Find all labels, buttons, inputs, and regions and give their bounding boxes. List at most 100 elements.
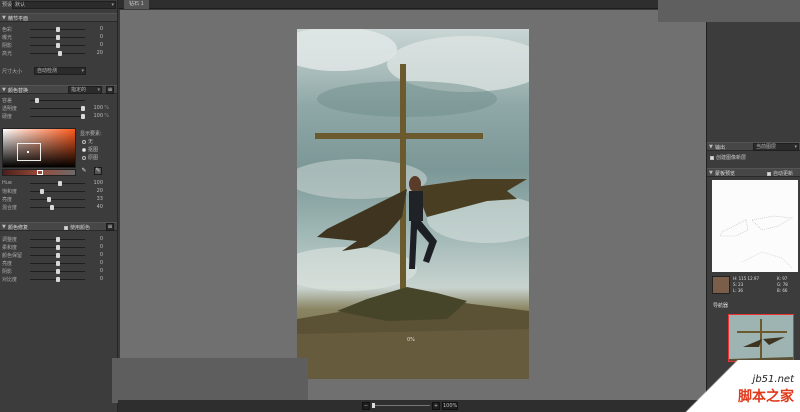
slider-row: 色彩 0 bbox=[0, 26, 117, 33]
slider-value[interactable]: 0 bbox=[83, 42, 103, 48]
eyedropper-icon[interactable]: ✎ bbox=[80, 168, 88, 176]
slider-value[interactable]: 0 bbox=[83, 252, 103, 258]
settings-icon[interactable]: ≡ bbox=[106, 223, 114, 231]
zoom-in-button[interactable]: + bbox=[432, 402, 440, 410]
use-color-checkbox[interactable]: 使用颜色 bbox=[64, 224, 90, 231]
slider-track[interactable] bbox=[30, 269, 85, 274]
slider-value[interactable]: 0 bbox=[83, 268, 103, 274]
radio-none-label: 无 bbox=[88, 139, 94, 145]
radio-none[interactable]: 无 bbox=[82, 138, 93, 145]
display-label: 显示要素: bbox=[80, 131, 102, 137]
slider-row: 饱和度 20 bbox=[0, 188, 117, 195]
slider-value[interactable]: 40 bbox=[83, 204, 103, 210]
slider-track[interactable] bbox=[30, 237, 85, 242]
slider-value[interactable]: 100 bbox=[83, 180, 103, 186]
slider-row: 亮度 0 bbox=[0, 260, 117, 267]
slider-value[interactable]: 0 bbox=[83, 260, 103, 266]
radio-original[interactable]: 原图 bbox=[82, 154, 98, 161]
info-k: K: 97 bbox=[777, 276, 788, 281]
eyedropper-plus-icon[interactable]: ✎ bbox=[94, 167, 102, 175]
slider-value[interactable]: 33 bbox=[83, 196, 103, 202]
create-layer-checkbox[interactable]: 创建图像新层 bbox=[710, 154, 746, 161]
slider-value[interactable]: 0 bbox=[83, 276, 103, 282]
document-tab[interactable]: 钻石 1 bbox=[124, 0, 149, 9]
color-picker-field[interactable] bbox=[2, 128, 76, 168]
slider-track[interactable] bbox=[30, 114, 85, 119]
slider-value[interactable]: 0 bbox=[83, 34, 103, 40]
navigator-thumbnail[interactable] bbox=[728, 314, 794, 362]
slider-row: 透明度 100% bbox=[0, 105, 117, 112]
slider-row: 调整度 0 bbox=[0, 236, 117, 243]
photo-preview[interactable]: 0% bbox=[297, 29, 529, 379]
slider-row: 颜色保留 0 bbox=[0, 252, 117, 259]
slider-knob[interactable] bbox=[50, 205, 55, 210]
radio-cutout[interactable]: 抠图 bbox=[82, 146, 98, 153]
slider-knob[interactable] bbox=[55, 277, 60, 282]
slider-knob[interactable] bbox=[55, 27, 60, 32]
slider-track[interactable] bbox=[30, 35, 85, 40]
slider-track[interactable] bbox=[30, 51, 85, 56]
slider-track[interactable] bbox=[30, 181, 85, 186]
slider-track[interactable] bbox=[30, 205, 85, 210]
mask-preview-image bbox=[712, 180, 798, 272]
slider-knob[interactable] bbox=[55, 261, 60, 266]
hue-strip[interactable] bbox=[2, 169, 76, 176]
slider-track[interactable] bbox=[30, 27, 85, 32]
slider-track[interactable] bbox=[30, 98, 85, 103]
zoom-out-button[interactable]: − bbox=[362, 402, 370, 410]
slider-knob[interactable] bbox=[58, 181, 63, 186]
checkbox-box bbox=[767, 172, 771, 176]
slider-track[interactable] bbox=[30, 189, 85, 194]
auto-update-checkbox[interactable]: 自动更新 bbox=[767, 170, 793, 177]
slider-value[interactable]: 100 bbox=[83, 113, 103, 119]
slider-knob[interactable] bbox=[55, 43, 60, 48]
color-mode-value: 指定的 bbox=[71, 87, 87, 93]
slider-knob[interactable] bbox=[55, 237, 60, 242]
slider-knob[interactable] bbox=[55, 269, 60, 274]
slider-value[interactable]: 100 bbox=[83, 105, 103, 111]
slider-value[interactable]: 0 bbox=[83, 236, 103, 242]
slider-track[interactable] bbox=[30, 277, 85, 282]
progress-label: 0% bbox=[407, 337, 415, 343]
slider-label: Hue bbox=[2, 180, 13, 186]
slider-value[interactable]: 20 bbox=[83, 188, 103, 194]
slider-label: 透明度 bbox=[2, 106, 18, 112]
slider-track[interactable] bbox=[30, 106, 85, 111]
size-select[interactable]: 自动检测 ▾ bbox=[34, 67, 86, 75]
color-picker-selection bbox=[17, 143, 41, 161]
slider-track[interactable] bbox=[30, 245, 85, 250]
edge-repair-header[interactable]: ▼ 颜色修复 bbox=[0, 222, 117, 231]
slider-knob[interactable] bbox=[55, 245, 60, 250]
chevron-down-icon: ▾ bbox=[81, 68, 84, 74]
slider-value[interactable]: 0 bbox=[83, 26, 103, 32]
slider-label: 硬度 bbox=[2, 114, 13, 120]
slider-knob[interactable] bbox=[55, 35, 60, 40]
slider-knob[interactable] bbox=[46, 197, 51, 202]
zoom-slider[interactable] bbox=[372, 403, 430, 408]
radio-circle bbox=[82, 148, 86, 152]
size-value: 自动检测 bbox=[37, 68, 58, 74]
preset-select[interactable]: 默认 ▾ bbox=[12, 1, 116, 9]
settings-icon[interactable]: ≡ bbox=[106, 86, 114, 94]
slider-track[interactable] bbox=[30, 43, 85, 48]
slider-row: 容差 bbox=[0, 97, 117, 104]
slider-label: 阴影 bbox=[2, 43, 13, 49]
slider-knob[interactable] bbox=[35, 98, 40, 103]
slider-track[interactable] bbox=[30, 253, 85, 258]
slider-row: 柔和度 0 bbox=[0, 244, 117, 251]
output-select[interactable]: 当前图层 ▾ bbox=[753, 143, 799, 151]
slider-knob[interactable] bbox=[58, 51, 63, 56]
slider-track[interactable] bbox=[30, 197, 85, 202]
slider-knob[interactable] bbox=[40, 189, 45, 194]
info-s: S: 23 bbox=[733, 282, 744, 287]
slider-value[interactable]: 0 bbox=[83, 244, 103, 250]
chevron-down-icon: ▾ bbox=[97, 87, 100, 93]
slider-track[interactable] bbox=[30, 261, 85, 266]
fine-tune-title: 精节平面 bbox=[8, 16, 29, 22]
zoom-value[interactable]: 100% bbox=[442, 402, 458, 410]
slider-knob[interactable] bbox=[55, 253, 60, 258]
slider-value[interactable]: 20 bbox=[83, 50, 103, 56]
mask-preview-title: 蒙板预览 bbox=[715, 171, 736, 177]
fine-tune-header[interactable]: ▼ 精节平面 bbox=[0, 13, 117, 22]
color-mode-select[interactable]: 指定的 ▾ bbox=[68, 86, 102, 94]
